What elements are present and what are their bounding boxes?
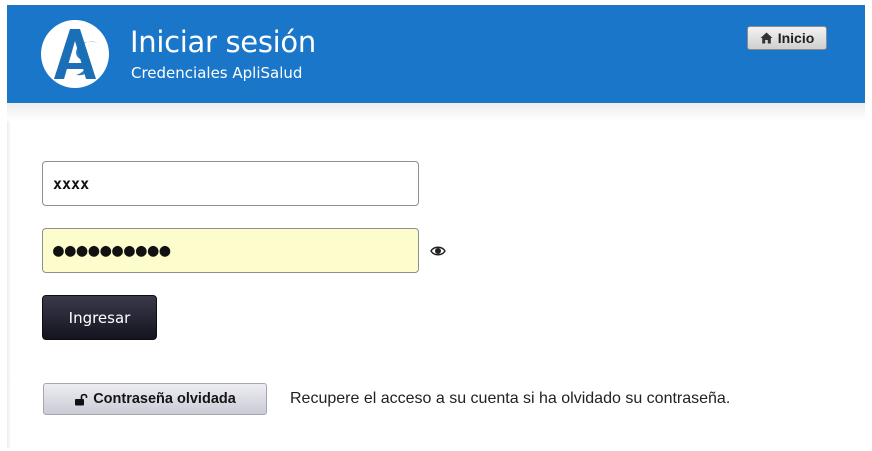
page-subtitle: Credenciales ApliSalud <box>131 64 303 82</box>
home-button-label: Inicio <box>777 30 815 46</box>
page-title: Iniciar sesión <box>130 25 316 59</box>
eye-icon[interactable] <box>430 243 446 259</box>
panel-left-edge <box>7 121 11 448</box>
header-bar: Iniciar sesión Credenciales ApliSalud In… <box>7 5 865 103</box>
aplisalud-logo-icon <box>41 20 109 88</box>
unlock-icon <box>75 393 88 405</box>
username-field[interactable]: xxxx <box>42 161 419 206</box>
password-field[interactable]: ●●●●●●●●●● <box>42 228 419 273</box>
forgot-password-label: Contraseña olvidada <box>93 391 236 407</box>
submit-button[interactable]: Ingresar <box>42 295 157 340</box>
home-button[interactable]: Inicio <box>747 26 827 50</box>
panel-top-shadow <box>7 103 865 121</box>
username-value: xxxx <box>53 174 90 193</box>
forgot-password-button[interactable]: Contraseña olvidada <box>43 383 267 415</box>
home-icon <box>760 32 773 44</box>
password-value: ●●●●●●●●●● <box>53 240 172 261</box>
recover-help-text: Recupere el acceso a su cuenta si ha olv… <box>290 390 731 407</box>
